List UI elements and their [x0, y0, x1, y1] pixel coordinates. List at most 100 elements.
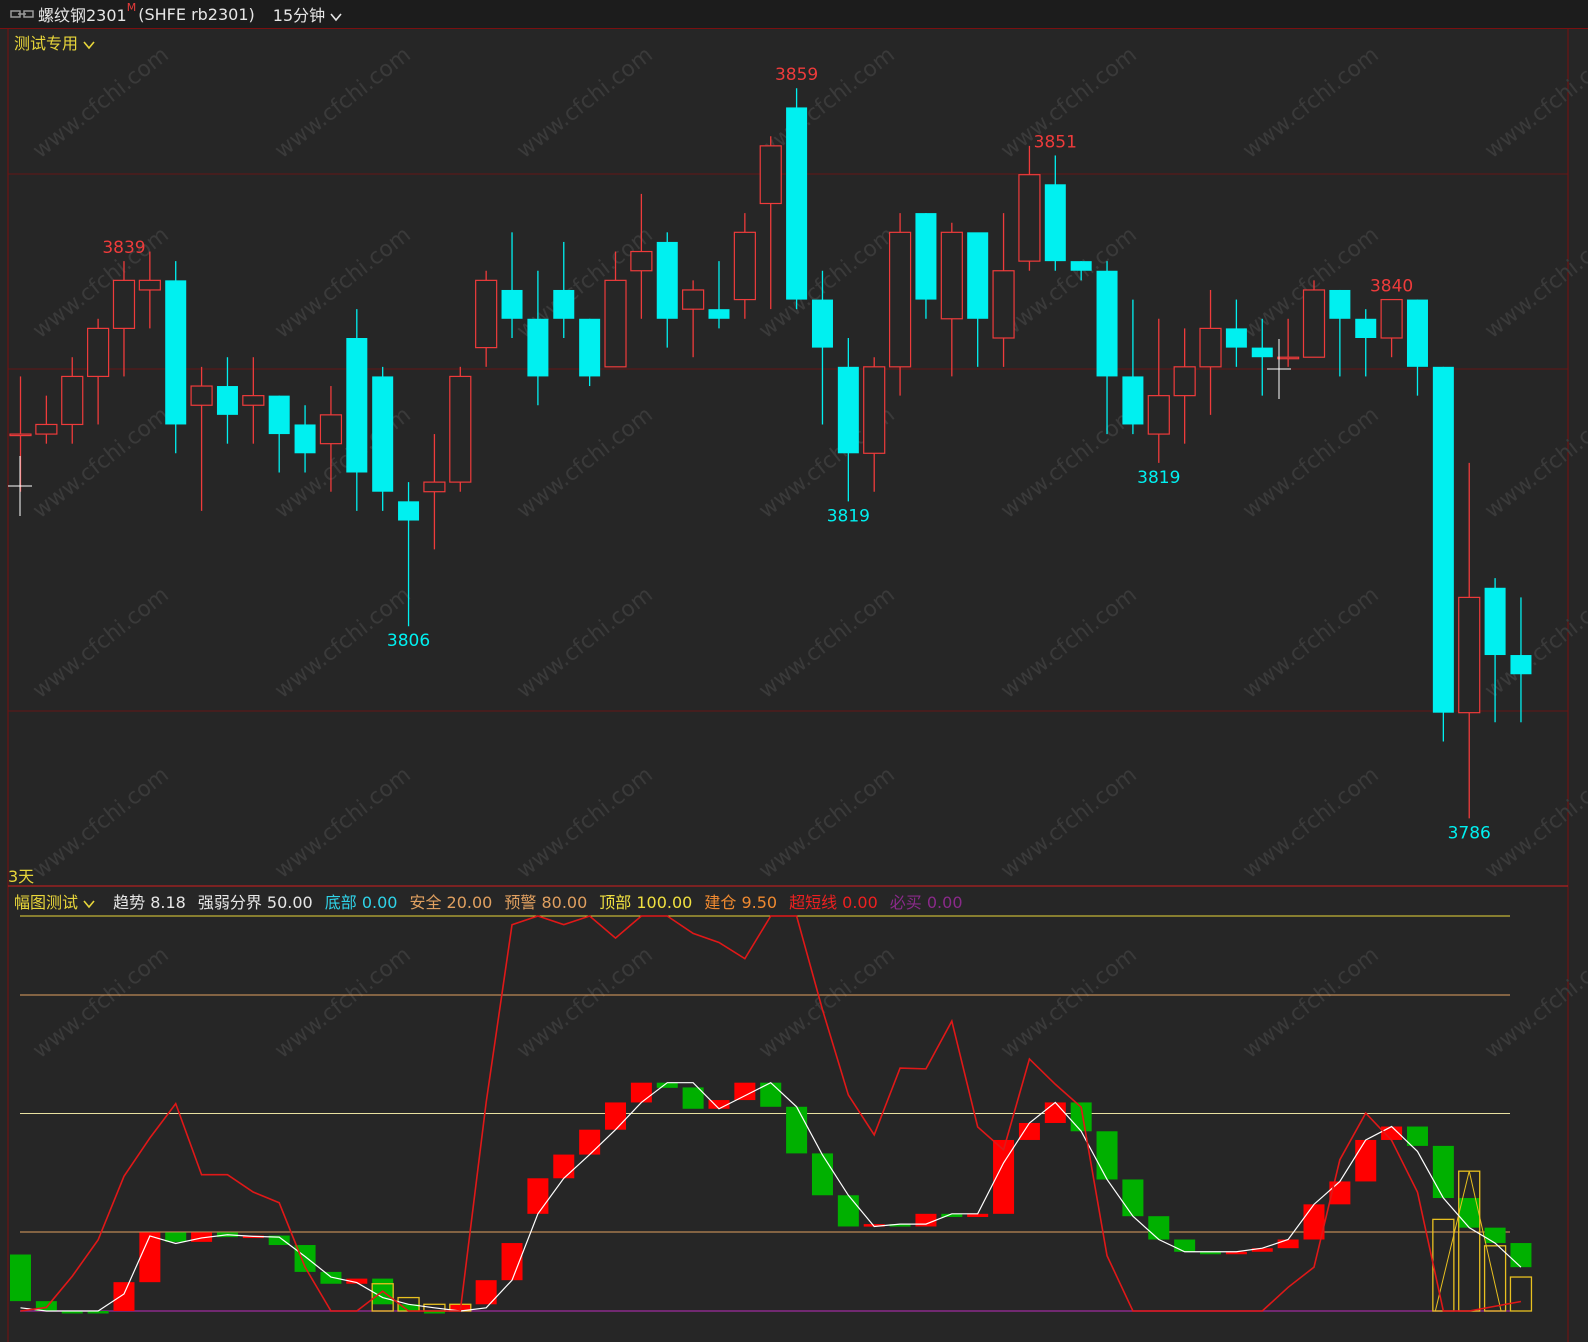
- readout-item: 超短线 0.00: [789, 889, 878, 913]
- chart-canvas[interactable]: www.cfchi.com www.cfchi.com www.cfchi.com w…: [0, 29, 1588, 1342]
- candle-body: [190, 385, 213, 406]
- histogram-bar: [605, 1102, 627, 1130]
- watermark-text: www.cfchi.com: [1480, 42, 1588, 163]
- yellow-box-bar: [1432, 1218, 1455, 1312]
- watermark-text: www.cfchi.com: [754, 942, 899, 1063]
- peak-price-label: 3859: [775, 65, 818, 85]
- readout-item: 底部 0.00: [325, 889, 398, 913]
- candle: [87, 318, 110, 425]
- candle-body: [9, 433, 32, 437]
- candle-body: [656, 241, 678, 319]
- readout-value: 0.00: [361, 893, 398, 912]
- candle-body: [165, 280, 187, 425]
- main-indicator-name: 测试专用: [14, 34, 79, 53]
- candle-body: [553, 289, 575, 319]
- watermark-text: www.cfchi.com: [512, 42, 657, 163]
- candle-body: [527, 318, 549, 377]
- trough-price-label: 3819: [1137, 468, 1180, 488]
- candle-body: [423, 481, 446, 493]
- readout-value: 0.00: [926, 893, 963, 912]
- candle-body: [733, 231, 756, 301]
- peak-price-label: 3839: [102, 238, 145, 258]
- candle: [1044, 155, 1066, 271]
- candle-body: [682, 289, 705, 310]
- candle: [656, 232, 678, 348]
- readout-item: 建仓 9.50: [704, 889, 777, 913]
- candle-body: [1484, 587, 1506, 656]
- trough-price-label: 3786: [1448, 823, 1491, 843]
- readout-value: 0.00: [842, 893, 878, 912]
- candle-body: [1355, 318, 1377, 338]
- readout-item: 预警 80.00: [504, 889, 587, 913]
- histogram-bar: [139, 1232, 161, 1283]
- candle: [449, 366, 472, 492]
- histogram-bar: [165, 1232, 187, 1242]
- watermark-text: www.cfchi.com: [270, 402, 415, 523]
- watermark-text: www.cfchi.com: [996, 402, 1141, 523]
- watermark-text: www.cfchi.com: [28, 402, 173, 523]
- candle: [837, 338, 859, 502]
- candle-body: [475, 279, 498, 349]
- candle-body: [1225, 328, 1247, 348]
- candle-body: [1510, 655, 1532, 675]
- candle: [35, 395, 58, 444]
- candle-body: [1329, 289, 1351, 319]
- candle-body: [449, 375, 472, 483]
- readout-item: 强弱分界 50.00: [198, 889, 313, 913]
- candle-body: [1018, 174, 1041, 262]
- candle-body: [138, 279, 161, 291]
- histogram-bar: [320, 1271, 342, 1284]
- readout-value: 20.00: [446, 893, 493, 912]
- instrument-code: (SHFE rb2301): [138, 4, 255, 24]
- sub-indicator-selector[interactable]: 幅图测试: [14, 889, 95, 913]
- watermark-text: www.cfchi.com: [754, 762, 899, 883]
- main-indicator-selector[interactable]: 测试专用: [14, 30, 95, 54]
- candle: [579, 318, 601, 387]
- candle-body: [346, 338, 368, 473]
- readout-label: 趋势: [113, 893, 151, 912]
- readout-item: 顶部 100.00: [599, 889, 692, 913]
- histogram-bar: [1174, 1239, 1196, 1252]
- readout-label: 顶部: [599, 893, 637, 912]
- candle: [863, 357, 886, 492]
- candle-body: [811, 299, 833, 348]
- chart-area[interactable]: www.cfchi.com www.cfchi.com www.cfchi.com w…: [0, 29, 1588, 1342]
- histogram-bar: [10, 1254, 31, 1302]
- candle: [1510, 597, 1532, 723]
- watermark-text: www.cfchi.com: [270, 942, 415, 1063]
- candle: [1406, 299, 1428, 396]
- readout-label: 预警: [504, 893, 542, 912]
- candle-body: [319, 414, 343, 445]
- candle-body: [216, 386, 238, 415]
- main-contract-marker: M: [126, 0, 137, 14]
- readout-label: 强弱分界: [197, 893, 267, 912]
- candle: [216, 357, 238, 444]
- candle: [1277, 318, 1300, 367]
- candle-body: [579, 318, 601, 377]
- title-bar: 螺纹钢2301 M (SHFE rb2301) 15分钟: [0, 0, 1588, 29]
- link-icon[interactable]: [10, 8, 34, 20]
- candle-body: [294, 424, 316, 454]
- candle-body: [87, 327, 110, 378]
- candle-body: [1070, 261, 1092, 271]
- candle: [423, 434, 446, 550]
- candle-body: [1251, 347, 1273, 358]
- candle: [1458, 462, 1481, 819]
- readout-label: 底部: [324, 893, 362, 912]
- readout-label: 建仓: [704, 893, 742, 912]
- candle-body: [759, 145, 782, 205]
- histogram-bar: [1148, 1216, 1170, 1240]
- watermark-text: www.cfchi.com: [1480, 942, 1588, 1063]
- readout-label: 安全: [409, 893, 447, 912]
- candle-body: [1173, 366, 1196, 397]
- watermark-text: www.cfchi.com: [1238, 42, 1383, 163]
- range-label: 3天: [8, 867, 35, 886]
- candle: [61, 357, 84, 444]
- candle: [630, 193, 653, 319]
- watermark-text: www.cfchi.com: [28, 582, 173, 703]
- histogram-bar: [553, 1154, 575, 1179]
- candle-body: [786, 107, 808, 300]
- histogram-bar: [630, 1082, 652, 1103]
- candle: [1329, 289, 1351, 377]
- period-selector[interactable]: 15分钟: [273, 2, 342, 26]
